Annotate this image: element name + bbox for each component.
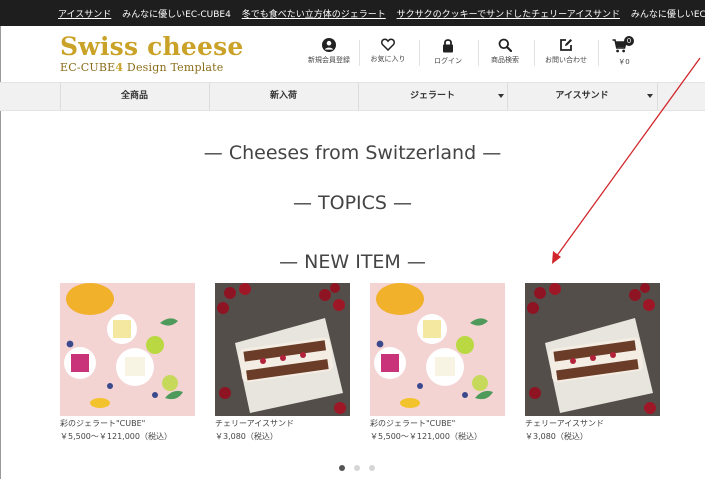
annotation-arrow	[552, 57, 701, 264]
